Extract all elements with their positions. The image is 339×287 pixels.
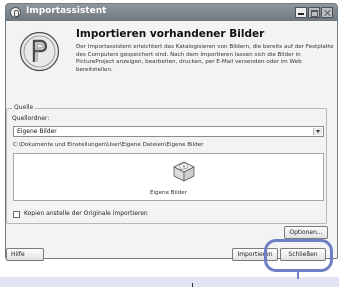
- help-button[interactable]: Hilfe: [6, 248, 44, 261]
- folder-preview[interactable]: Eigene Bilder: [13, 153, 324, 201]
- copy-instead-checkbox[interactable]: [13, 211, 20, 218]
- folder-name: Eigene Bilder: [149, 190, 188, 196]
- callout-connector: [297, 272, 299, 279]
- options-button[interactable]: Optionen...: [284, 226, 328, 239]
- folder-path: C:\Dokumente und Einstellungen\User\Eige…: [13, 142, 204, 148]
- source-group-label: Quelle: [12, 104, 36, 111]
- source-folder-label: Quellordner:: [12, 115, 50, 122]
- source-folder-select[interactable]: Eigene Bilder: [13, 126, 324, 137]
- source-folder-value: Eigene Bilder: [17, 128, 57, 135]
- close-icon[interactable]: [321, 7, 333, 18]
- description-text: Der Importassistent erleichtert das Kata…: [76, 44, 334, 73]
- pictureproject-logo-icon: [19, 31, 60, 72]
- maximize-icon[interactable]: [308, 7, 320, 18]
- chevron-down-icon[interactable]: [313, 128, 322, 135]
- title-bar[interactable]: Importassistent: [6, 4, 337, 21]
- minimize-icon[interactable]: [295, 7, 307, 18]
- callout-tick: [192, 283, 193, 287]
- window-title: Importassistent: [26, 6, 107, 16]
- page-title: Importieren vorhandener Bilder: [76, 28, 265, 40]
- close-button-highlight: [264, 239, 333, 272]
- callout-band: [0, 277, 339, 287]
- app-icon: [10, 7, 21, 18]
- copy-instead-label: Kopien anstelle der Originale importiere…: [24, 210, 148, 217]
- picture-folder-icon: [173, 161, 195, 182]
